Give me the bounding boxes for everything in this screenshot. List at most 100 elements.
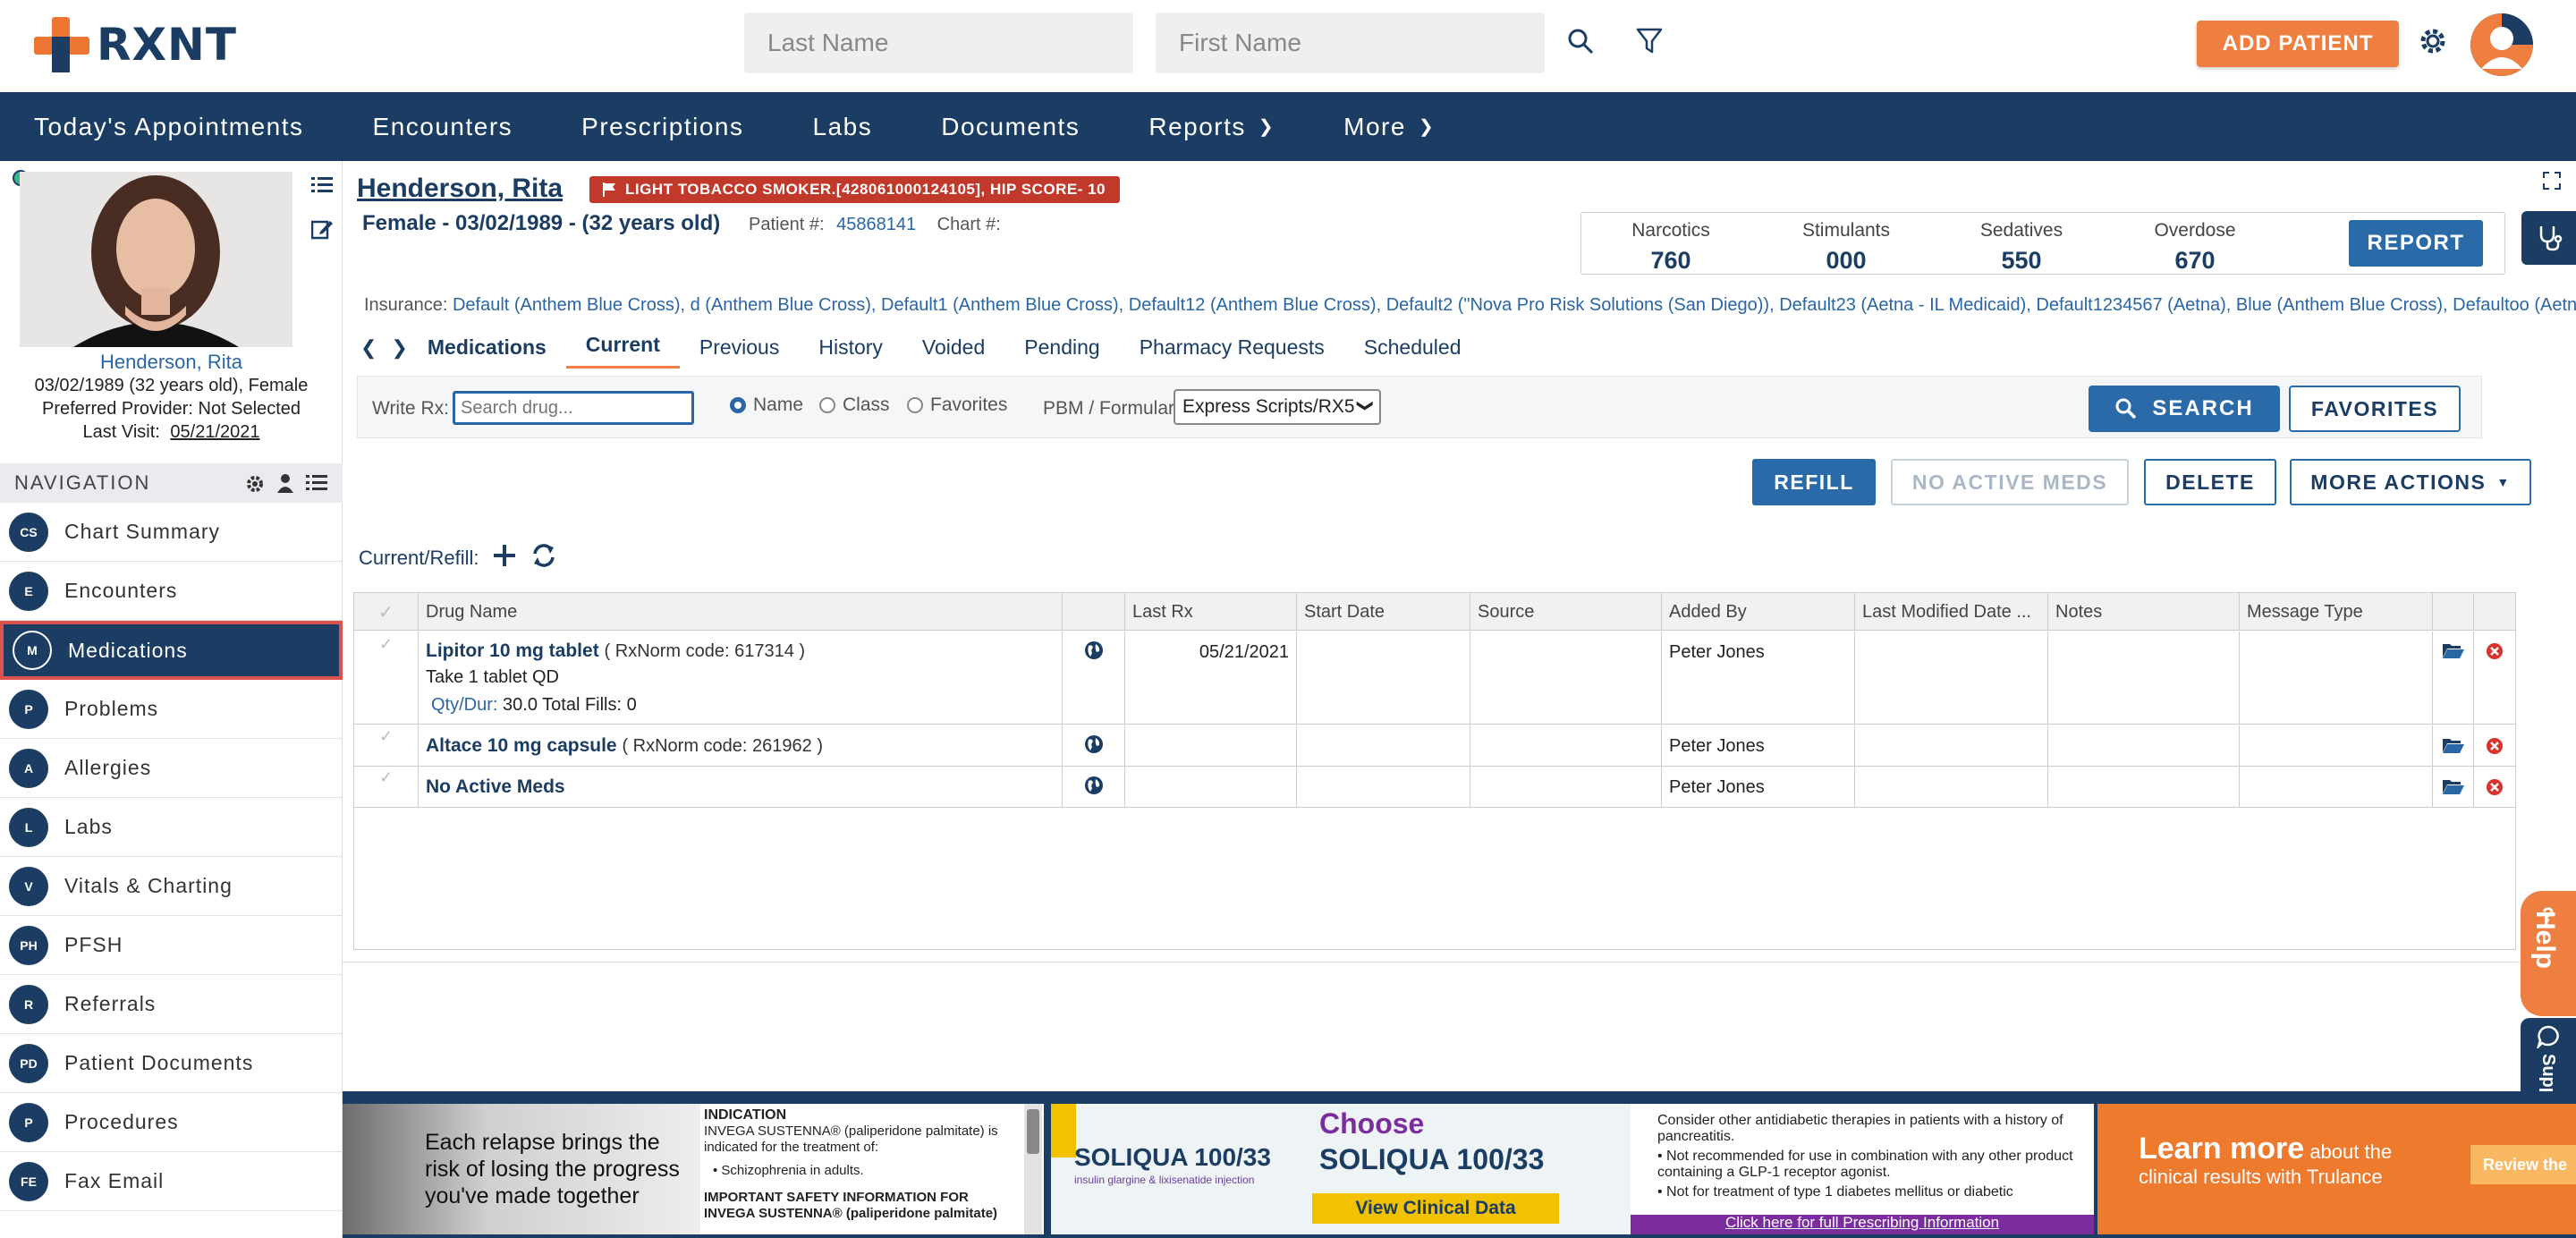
header-check-icon[interactable]: ✓ [354,593,419,631]
drug-search-input[interactable] [453,391,694,425]
header-added-by[interactable]: Added By [1662,593,1855,631]
folder-icon[interactable] [2443,737,2464,753]
table-row[interactable]: ✓ Lipitor 10 mg tablet ( RxNorm code: 61… [354,632,2515,725]
side-nav-referrals[interactable]: R Referrals [0,975,343,1034]
no-active-meds-button[interactable]: NO ACTIVE MEDS [1891,459,2129,505]
ad-pi-link[interactable]: Click here for full Prescribing Informat… [1631,1215,2094,1234]
settings-icon[interactable] [245,474,265,499]
side-nav-medications[interactable]: M Medications [0,621,343,680]
edit-icon[interactable] [310,218,333,244]
globe-icon[interactable] [1084,776,1104,795]
help-tab[interactable]: Help ? [2521,891,2576,1016]
delete-button[interactable]: DELETE [2144,459,2276,505]
ad-cta-button[interactable]: View Clinical Data [1312,1193,1559,1224]
side-nav-encounters[interactable]: E Encounters [0,562,343,621]
drug-name[interactable]: No Active Meds [426,776,565,797]
patient-name-link[interactable]: Henderson, Rita [357,174,563,204]
tab-pending[interactable]: Pending [1004,335,1119,369]
nav-encounters[interactable]: Encounters [373,113,513,141]
ad-scrollbar[interactable] [1024,1104,1042,1234]
side-nav-procedures[interactable]: P Procedures [0,1093,343,1152]
first-name-input[interactable] [1156,13,1545,73]
radio-name-label: Name [753,394,804,415]
side-nav-fax-email[interactable]: FE Fax Email [0,1152,343,1211]
stethoscope-tab[interactable] [2521,211,2576,265]
nav-prescriptions[interactable]: Prescriptions [581,113,743,141]
add-icon[interactable] [493,544,516,572]
patient-number-link[interactable]: 45868141 [836,215,916,234]
chevron-left-icon[interactable]: ❮ [355,336,386,369]
side-nav-pfsh[interactable]: PH PFSH [0,916,343,975]
refresh-icon[interactable] [530,542,557,574]
favorites-button[interactable]: FAVORITES [2289,386,2461,432]
delete-row-icon[interactable] [2486,642,2504,660]
header-notes[interactable]: Notes [2048,593,2240,631]
side-nav-problems[interactable]: P Problems [0,680,343,739]
search-button[interactable]: SEARCH [2089,386,2280,432]
folder-icon[interactable] [2443,642,2464,658]
ad-review-button[interactable]: Review the [2470,1145,2576,1184]
report-button[interactable]: REPORT [2349,220,2483,267]
insurance-list[interactable]: Default (Anthem Blue Cross), d (Anthem B… [453,295,2576,315]
header-drug-name[interactable]: Drug Name [419,593,1063,631]
side-nav-labs[interactable]: L Labs [0,798,343,857]
header-source[interactable]: Source [1470,593,1662,631]
add-patient-button[interactable]: ADD PATIENT [2197,21,2399,67]
header-message-type[interactable]: Message Type [2240,593,2433,631]
drug-name[interactable]: Altace 10 mg capsule [426,735,617,756]
tab-current[interactable]: Current [565,333,680,369]
search-icon[interactable] [1563,23,1598,59]
more-actions-button[interactable]: MORE ACTIONS ▼ [2290,459,2531,505]
globe-icon[interactable] [1084,734,1104,754]
last-name-input[interactable] [744,13,1133,73]
tab-pharmacy-requests[interactable]: Pharmacy Requests [1120,335,1344,369]
radio-favorites[interactable]: Favorites [907,394,1007,416]
gear-icon[interactable] [2415,23,2451,59]
radio-class[interactable]: Class [819,394,890,416]
table-row[interactable]: ✓ Altace 10 mg capsule ( RxNorm code: 26… [354,725,2515,767]
side-nav-vitals[interactable]: V Vitals & Charting [0,857,343,916]
table-row[interactable]: ✓ No Active Meds Peter Jones [354,767,2515,808]
list-view-icon[interactable] [306,474,327,497]
side-nav-chart-summary[interactable]: CS Chart Summary [0,503,343,562]
patient-alert-badge[interactable]: LIGHT TOBACCO SMOKER.[428061000124105], … [589,176,1120,203]
filter-icon[interactable] [1631,23,1667,59]
pbm-select[interactable]: Express Scripts/RX5 ❯ [1174,389,1381,425]
ad-invega[interactable]: Each relapse brings the risk of losing t… [343,1104,1044,1234]
expand-icon[interactable] [2543,172,2561,194]
header-start-date[interactable]: Start Date [1297,593,1470,631]
delete-row-icon[interactable] [2486,737,2504,755]
folder-icon[interactable] [2443,778,2464,794]
ad-trulance[interactable]: Learn more about the clinical results wi… [2097,1104,2576,1234]
tab-previous[interactable]: Previous [680,335,799,369]
refill-button[interactable]: REFILL [1752,459,1876,505]
check-icon[interactable]: ✓ [379,635,393,654]
drug-name[interactable]: Lipitor 10 mg tablet [426,640,599,661]
radio-name[interactable]: Name [730,394,803,416]
side-nav-patient-documents[interactable]: PD Patient Documents [0,1034,343,1093]
chevron-right-icon[interactable]: ❯ [386,336,419,369]
nav-documents[interactable]: Documents [941,113,1080,141]
nav-labs[interactable]: Labs [813,113,873,141]
tab-history[interactable]: History [799,335,902,369]
last-visit-date[interactable]: 05/21/2021 [170,422,259,442]
side-nav-allergies[interactable]: A Allergies [0,739,343,798]
header-last-modified[interactable]: Last Modified Date ... [1855,593,2048,631]
ad-soliqua[interactable]: SOLIQUA 100/33 insulin glargine & lixise… [1051,1104,2094,1234]
tab-scheduled[interactable]: Scheduled [1344,335,1481,369]
globe-icon[interactable] [1084,640,1104,660]
header-last-rx[interactable]: Last Rx [1125,593,1297,631]
nav-reports[interactable]: Reports ❯ [1148,113,1275,141]
score-value: 670 [2174,247,2216,274]
list-icon[interactable] [311,175,333,199]
patient-card-name[interactable]: Henderson, Rita [0,351,343,374]
tab-voided[interactable]: Voided [902,335,1004,369]
user-avatar[interactable] [2470,13,2533,76]
delete-row-icon[interactable] [2486,778,2504,796]
rxnt-logo[interactable]: RXNT [34,16,237,73]
nav-more[interactable]: More ❯ [1343,113,1435,141]
nav-todays-appointments[interactable]: Today's Appointments [34,113,304,141]
person-icon[interactable] [275,473,295,498]
check-icon[interactable]: ✓ [379,768,393,787]
check-icon[interactable]: ✓ [379,727,393,746]
